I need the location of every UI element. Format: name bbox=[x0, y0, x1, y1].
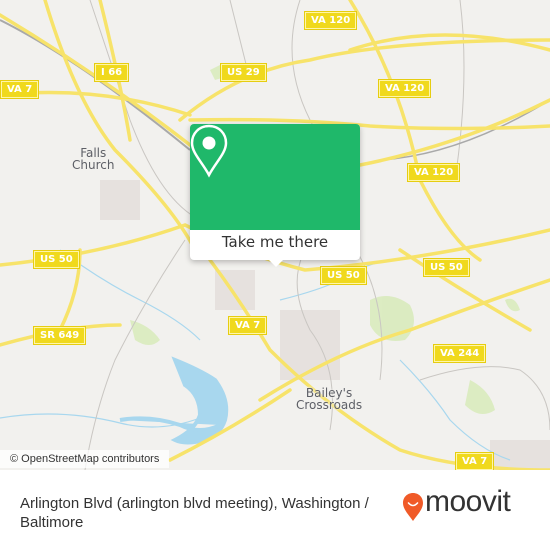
moovit-wordmark: moovit bbox=[425, 485, 511, 518]
road bbox=[358, 98, 550, 167]
park-area bbox=[505, 298, 520, 312]
route-shield-va-7: VA 7 bbox=[227, 316, 268, 335]
place-label-falls-church: Falls Church bbox=[72, 146, 115, 172]
route-shield-us-50: US 50 bbox=[320, 266, 367, 285]
moovit-pin-icon bbox=[403, 493, 423, 521]
urban-area bbox=[490, 440, 550, 470]
popup-pointer bbox=[267, 258, 285, 267]
route-shield-i-66: I 66 bbox=[93, 63, 130, 82]
take-me-there-button[interactable]: Take me there bbox=[190, 233, 360, 251]
route-shield-us-29: US 29 bbox=[220, 63, 267, 82]
footer: Arlington Blvd (arlington blvd meeting),… bbox=[0, 470, 550, 550]
stop-title: Arlington Blvd (arlington blvd meeting),… bbox=[20, 495, 369, 531]
minor-road bbox=[454, 0, 465, 181]
route-shield-us-50: US 50 bbox=[423, 258, 470, 277]
location-popup: Take me there bbox=[190, 124, 360, 267]
route-shield-va-7: VA 7 bbox=[0, 80, 40, 99]
park-area bbox=[465, 380, 495, 414]
urban-area bbox=[100, 180, 140, 220]
route-shield-sr-649: SR 649 bbox=[32, 326, 87, 345]
route-shield-va-120: VA 120 bbox=[377, 79, 432, 98]
place-label-baileys-crossroads: Bailey's Crossroads bbox=[296, 386, 363, 412]
road-va7 bbox=[208, 258, 550, 470]
map[interactable]: VA 120 I 66 US 29 VA 7 VA 120 VA 120 US … bbox=[0, 0, 550, 470]
route-shield-va-7: VA 7 bbox=[454, 452, 495, 470]
route-shield-us-50: US 50 bbox=[33, 250, 80, 269]
map-pin-icon bbox=[190, 124, 228, 178]
route-shield-va-120: VA 120 bbox=[406, 163, 461, 182]
minor-road bbox=[84, 239, 186, 470]
route-shield-va-244: VA 244 bbox=[432, 344, 487, 363]
reservoir bbox=[119, 356, 229, 445]
route-shield-va-120: VA 120 bbox=[303, 11, 358, 30]
popup-header bbox=[190, 124, 360, 230]
map-attribution[interactable]: © OpenStreetMap contributors bbox=[0, 450, 170, 468]
